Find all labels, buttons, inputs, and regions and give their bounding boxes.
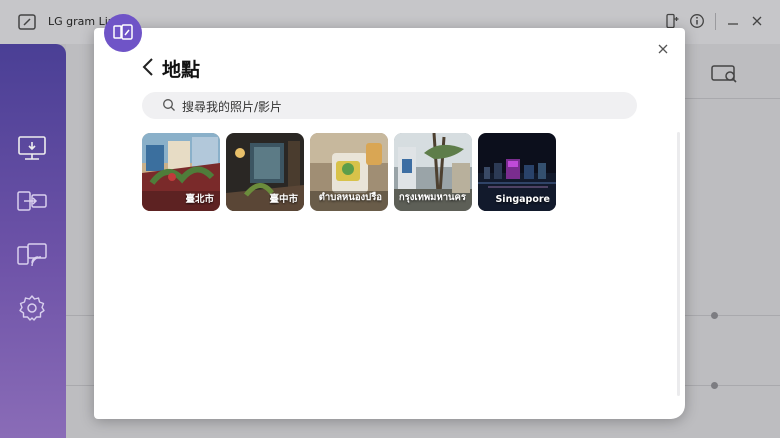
window-close-icon[interactable] [749, 13, 765, 29]
cast-icon[interactable] [16, 241, 48, 269]
search-icon [163, 99, 175, 111]
search-input[interactable] [180, 95, 624, 118]
file-transfer-icon[interactable] [16, 187, 48, 215]
page-title: 地點 [162, 59, 201, 81]
minimize-icon[interactable] [725, 13, 741, 29]
tile-label: กรุงเทพมหานคร [398, 192, 466, 203]
app-logo-icon [18, 14, 36, 30]
app-badge [104, 14, 142, 52]
scrollbar[interactable] [677, 132, 680, 396]
search-screen-icon[interactable] [699, 56, 749, 98]
tile-label: 臺中市 [269, 194, 298, 205]
settings-gear-icon[interactable] [16, 294, 48, 322]
sidebar [0, 44, 66, 438]
location-dialog [94, 28, 685, 419]
location-tile-taipei[interactable]: 臺北市 [142, 133, 220, 211]
titlebar-separator [715, 13, 716, 30]
location-tile-singapore[interactable]: Singapore [478, 133, 556, 211]
slider-dot [711, 382, 718, 389]
back-chevron-icon[interactable] [140, 56, 158, 78]
search-bar[interactable] [142, 92, 637, 119]
app-logo-icon [113, 24, 133, 40]
dialog-close-icon[interactable] [654, 40, 672, 58]
tile-label: 臺北市 [185, 194, 214, 205]
location-tile-nong-prue[interactable]: ตำบลหนองปรือ [310, 133, 388, 211]
phone-add-icon[interactable] [664, 13, 680, 29]
location-tile-taichung[interactable]: 臺中市 [226, 133, 304, 211]
divider [685, 98, 780, 99]
location-tile-bangkok[interactable]: กรุงเทพมหานคร [394, 133, 472, 211]
tile-label: Singapore [495, 194, 550, 205]
info-icon[interactable] [689, 13, 705, 29]
tile-label: ตำบลหนองปรือ [318, 192, 382, 203]
slider-dot [711, 312, 718, 319]
screen-share-icon[interactable] [16, 134, 48, 162]
